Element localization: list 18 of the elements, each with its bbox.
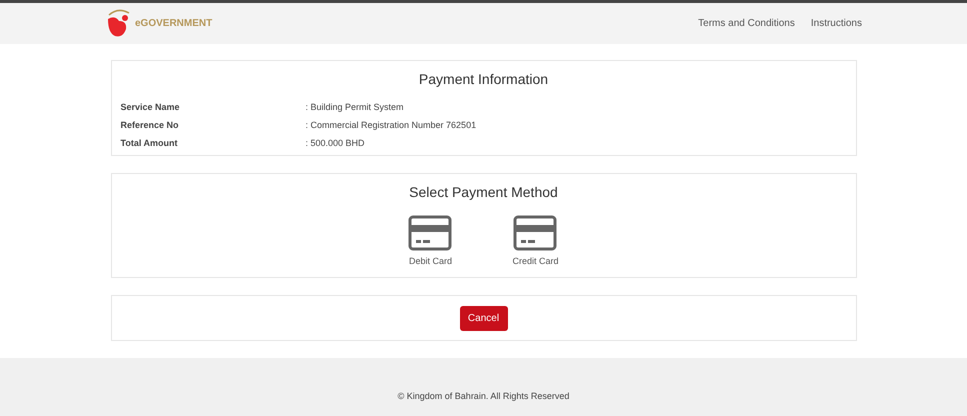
copyright-text: © Kingdom of Bahrain. All Rights Reserved bbox=[398, 390, 570, 404]
field-label: Service Name bbox=[120, 101, 181, 114]
field-label: Reference No bbox=[120, 119, 180, 132]
logo-text: eGOVERNMENT bbox=[135, 17, 212, 31]
credit-card-icon bbox=[513, 215, 558, 251]
nav-link[interactable]: Terms and Conditions bbox=[698, 16, 795, 31]
field-value: : Commercial Registration Number 762501 bbox=[306, 119, 476, 132]
field-label: Total Amount bbox=[120, 137, 178, 150]
field-value: : 500.000 BHD bbox=[306, 137, 365, 150]
cancel-button[interactable]: Cancel bbox=[460, 306, 508, 330]
section-title: Payment Information bbox=[418, 70, 550, 89]
payment-option[interactable]: Credit Card bbox=[512, 215, 558, 268]
field-value: : Building Permit System bbox=[306, 101, 404, 114]
nav-link[interactable]: Instructions bbox=[810, 16, 862, 31]
logo-icon bbox=[105, 8, 131, 38]
payment-option[interactable]: Debit Card bbox=[408, 215, 452, 268]
credit-card-icon bbox=[408, 215, 452, 251]
section-title: Select Payment Method bbox=[409, 183, 558, 202]
